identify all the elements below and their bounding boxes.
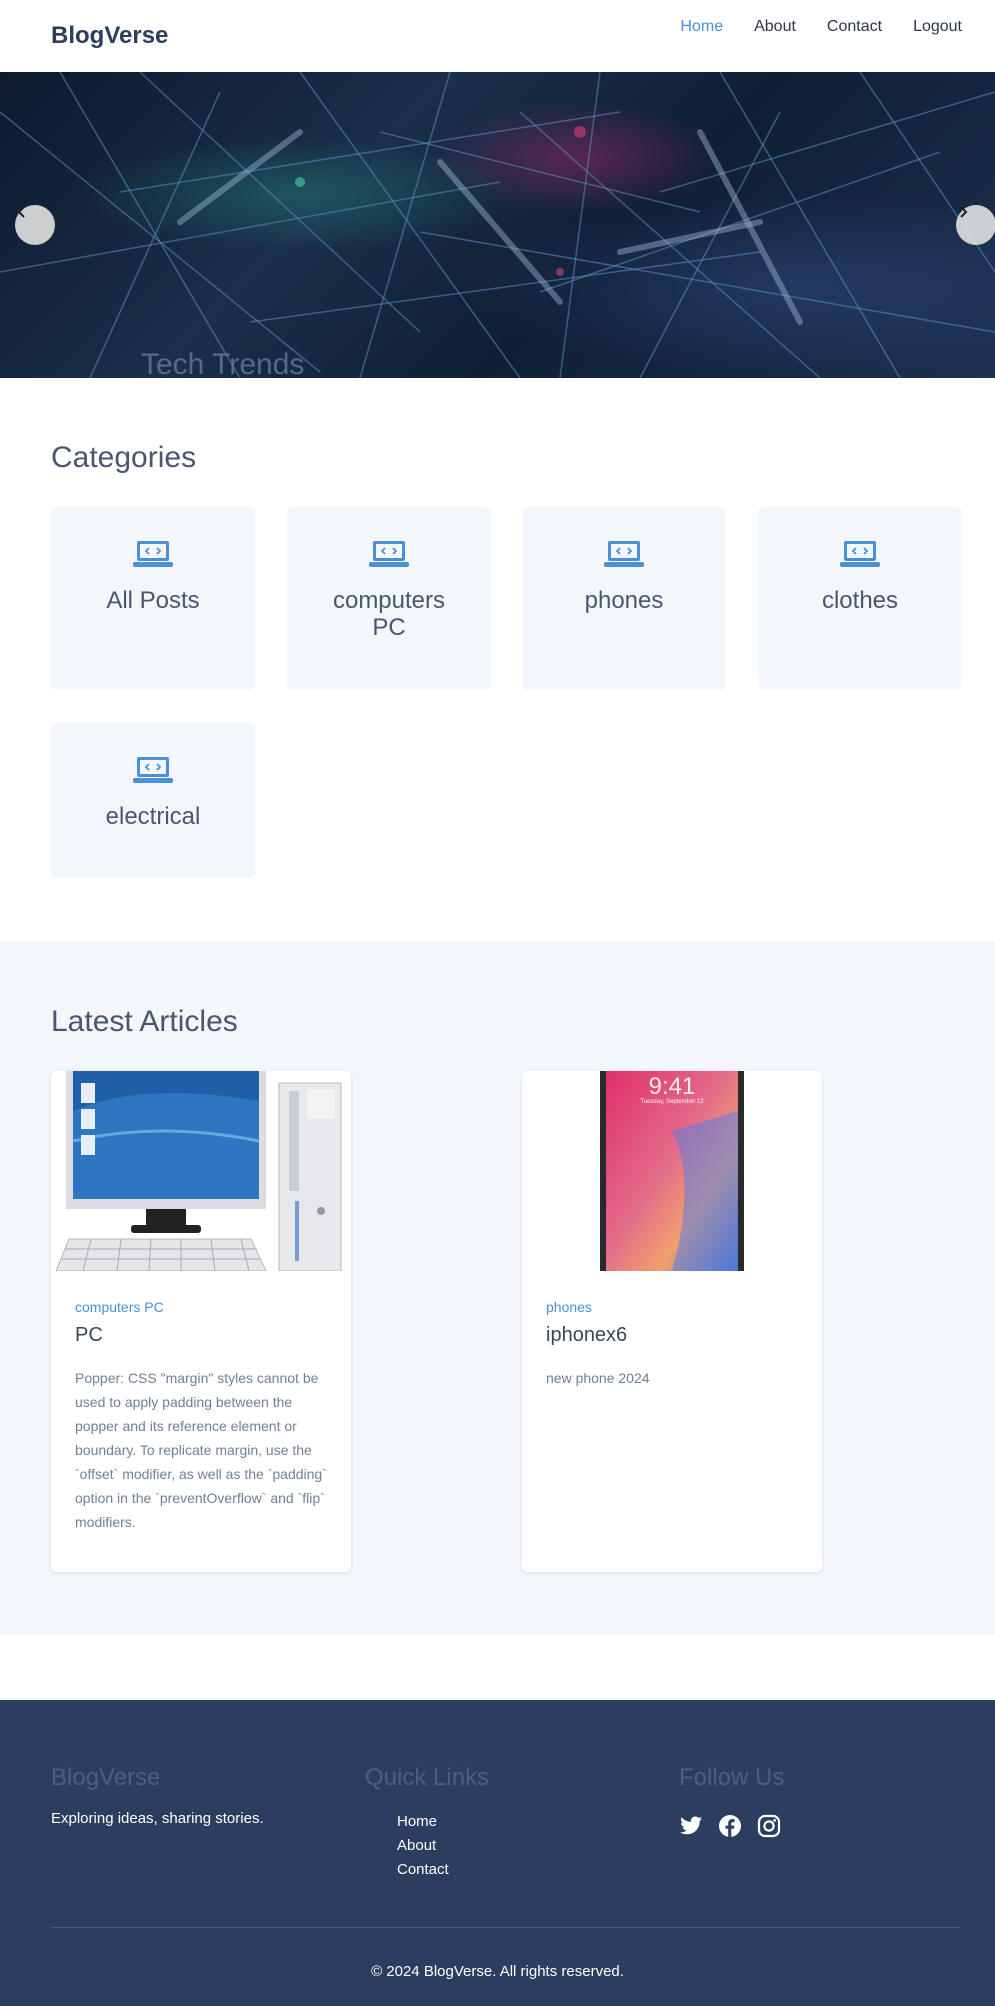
laptop-code-icon [840, 539, 880, 574]
copyright: © 2024 BlogVerse. All rights reserved. [371, 1963, 624, 1980]
brand-logo[interactable]: BlogVerse [51, 22, 168, 50]
laptop-code-icon [604, 539, 644, 574]
nav-links: Home About Contact Logout [649, 18, 962, 36]
phone-time: 9:41 [648, 1073, 696, 1100]
category-label: phones [584, 587, 664, 614]
desktop-computer-image [51, 1071, 351, 1272]
laptop-code-icon [133, 755, 173, 790]
footer-link-about[interactable]: About [397, 1834, 449, 1858]
nav-link-about[interactable]: About [754, 18, 796, 36]
footer: BlogVerse Exploring ideas, sharing stori… [0, 1700, 995, 2006]
nav-link-home[interactable]: Home [680, 18, 723, 36]
hero-carousel: Tech Trends [0, 72, 995, 378]
footer-link-home[interactable]: Home [397, 1810, 449, 1834]
navbar: BlogVerse Home About Contact Logout [0, 0, 995, 72]
category-label: computers PC [332, 587, 446, 641]
category-card-phones[interactable]: phones [522, 507, 726, 690]
instagram-icon[interactable] [757, 1814, 781, 1838]
nav-link-contact[interactable]: Contact [827, 18, 882, 36]
article-excerpt: Popper: CSS "margin" styles cannot be us… [75, 1370, 327, 1530]
footer-tagline: Exploring ideas, sharing stories. [51, 1810, 264, 1827]
category-card-computers-pc[interactable]: computers PC [287, 507, 491, 690]
footer-link-contact[interactable]: Contact [397, 1858, 449, 1882]
article-card-iphonex6[interactable]: 9:41 Tuesday, September 12 phones iphone… [522, 1071, 822, 1572]
nav-link-logout[interactable]: Logout [913, 18, 962, 36]
category-card-all-posts[interactable]: All Posts [51, 507, 255, 690]
laptop-code-icon [133, 539, 173, 574]
latest-articles-title: Latest Articles [51, 1005, 238, 1038]
category-card-clothes[interactable]: clothes [758, 507, 962, 690]
hero-caption: Tech Trends [141, 348, 305, 378]
article-card-pc[interactable]: computers PC PC Popper: CSS "margin" sty… [51, 1071, 351, 1572]
article-category[interactable]: phones [546, 1299, 592, 1315]
categories-title: Categories [51, 441, 197, 474]
social-links [679, 1814, 796, 1838]
follow-us-title: Follow Us [679, 1764, 785, 1791]
twitter-icon[interactable] [679, 1814, 703, 1838]
footer-brand: BlogVerse [51, 1764, 161, 1791]
phone-date: Tuesday, September 12 [640, 1099, 704, 1105]
footer-divider [51, 1927, 961, 1928]
article-title[interactable]: iphonex6 [546, 1324, 627, 1347]
smartphone-image: 9:41 Tuesday, September 12 [522, 1071, 822, 1271]
article-excerpt: new phone 2024 [546, 1370, 650, 1386]
category-card-electrical[interactable]: electrical [51, 723, 255, 878]
laptop-code-icon [369, 539, 409, 574]
article-title[interactable]: PC [75, 1324, 103, 1347]
facebook-icon[interactable] [718, 1814, 742, 1838]
category-label: clothes [821, 587, 899, 614]
category-label: electrical [105, 803, 201, 830]
quick-links: Home About Contact [397, 1810, 449, 1882]
carousel-next-button[interactable] [956, 205, 995, 245]
hero-network-image [0, 72, 995, 378]
category-label: All Posts [106, 587, 200, 614]
article-category[interactable]: computers PC [75, 1299, 164, 1315]
quick-links-title: Quick Links [365, 1764, 490, 1791]
carousel-prev-button[interactable] [15, 205, 55, 245]
